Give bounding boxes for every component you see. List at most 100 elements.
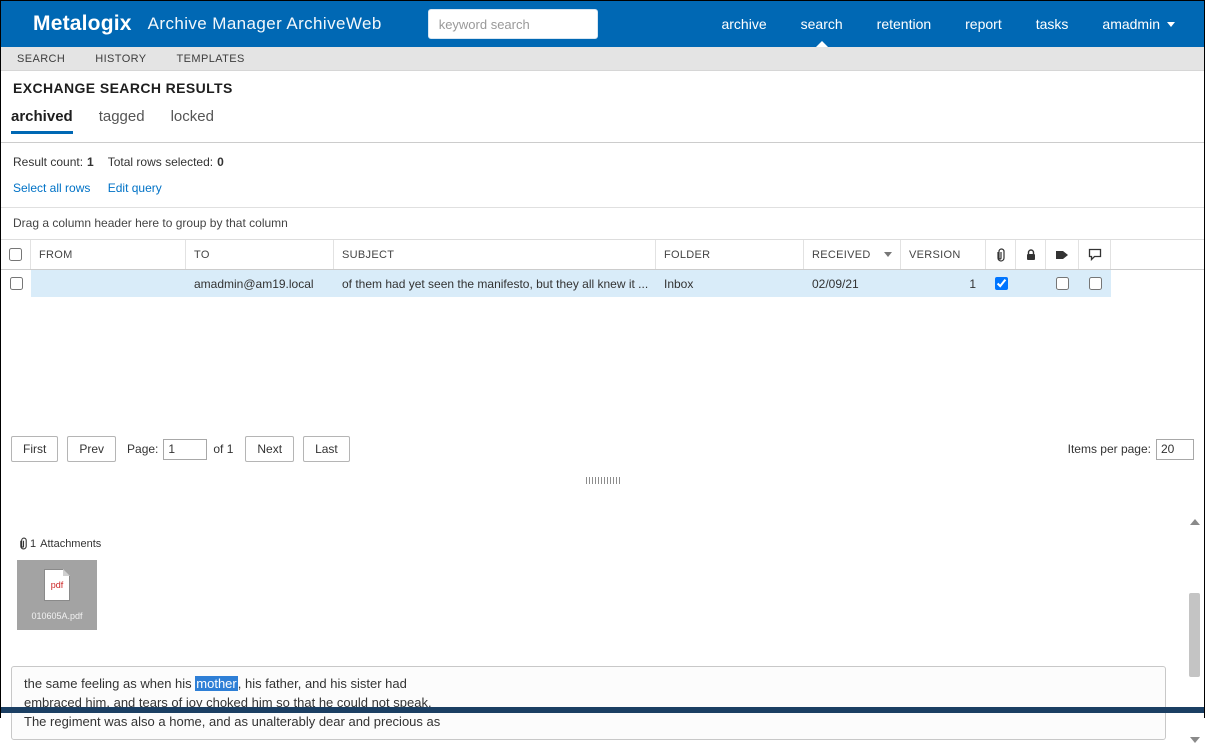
grid-empty-area xyxy=(1,297,1204,428)
row-comment-cell xyxy=(1079,270,1111,297)
chevron-down-icon xyxy=(1167,21,1175,27)
column-header-folder[interactable]: FOLDER xyxy=(656,240,804,269)
row-subject-cell[interactable]: of them had yet seen the manifesto, but … xyxy=(334,270,656,297)
scroll-up-icon[interactable] xyxy=(1190,519,1200,525)
rows-selected-label: Total rows selected: xyxy=(107,155,214,169)
column-header-version[interactable]: VERSION xyxy=(901,240,986,269)
page-label: Page: xyxy=(127,442,159,456)
column-header-locked[interactable] xyxy=(1016,240,1046,269)
attachments-header: 1 Attachments xyxy=(1,495,1204,550)
select-all-rows-link[interactable]: Select all rows xyxy=(13,181,90,195)
row-tagged-cell xyxy=(1046,270,1079,297)
result-count-value: 1 xyxy=(87,155,94,169)
result-tabs: archived tagged locked xyxy=(11,108,1204,134)
page-of-label: of 1 xyxy=(213,442,234,456)
nav-report[interactable]: report xyxy=(948,1,1019,47)
pagination-bar: First Prev Page: of 1 Next Last Items pe… xyxy=(1,428,1204,472)
tab-locked[interactable]: locked xyxy=(171,108,214,134)
group-by-hint[interactable]: Drag a column header here to group by th… xyxy=(1,208,1204,240)
column-header-filler xyxy=(1111,240,1204,269)
keyword-search xyxy=(427,9,598,39)
sort-caret-icon[interactable] xyxy=(884,252,892,257)
column-header-tagged[interactable] xyxy=(1046,240,1079,269)
row-filler-cell xyxy=(1111,270,1204,297)
page-number-input[interactable] xyxy=(163,438,208,460)
row-tagged-checkbox[interactable] xyxy=(1056,277,1069,290)
body-line-1: the same feeling as when his mother, his… xyxy=(24,674,1153,693)
select-all-checkbox[interactable] xyxy=(9,248,22,261)
attachment-thumbnail[interactable]: pdf 010605A.pdf xyxy=(17,560,97,630)
row-comment-checkbox[interactable] xyxy=(1088,277,1102,290)
action-links: Select all rows Edit query xyxy=(1,169,1204,208)
nav-archive[interactable]: archive xyxy=(704,1,783,47)
rows-selected-value: 0 xyxy=(217,155,224,169)
row-locked-cell xyxy=(1016,270,1046,297)
items-per-page-label: Items per page: xyxy=(1067,442,1151,456)
metalogix-logo: Metalogix xyxy=(33,12,132,35)
nav-tasks[interactable]: tasks xyxy=(1019,1,1086,47)
row-received-cell: 02/09/21 xyxy=(804,270,901,297)
search-hit-highlight: mother xyxy=(195,676,238,691)
scrollbar-thumb[interactable] xyxy=(1189,593,1200,677)
row-from-cell xyxy=(31,270,186,297)
pdf-badge-label: pdf xyxy=(50,580,64,590)
keyword-search-input[interactable] xyxy=(427,9,598,39)
row-version-cell: 1 xyxy=(901,270,986,297)
paperclip-icon xyxy=(996,247,1005,262)
subnav-search[interactable]: SEARCH xyxy=(17,53,65,65)
tab-archived[interactable]: archived xyxy=(11,108,73,134)
scroll-down-icon[interactable] xyxy=(1190,737,1200,743)
row-select-checkbox[interactable] xyxy=(9,277,23,290)
next-page-button[interactable]: Next xyxy=(245,436,295,462)
column-header-attachment[interactable] xyxy=(986,240,1016,269)
row-folder-cell: Inbox xyxy=(656,270,804,297)
paperclip-icon xyxy=(20,537,27,550)
pdf-file-icon: pdf xyxy=(44,569,70,601)
result-info: Result count: 1 Total rows selected: 0 xyxy=(1,143,1204,169)
nav-retention[interactable]: retention xyxy=(860,1,948,47)
subnav-templates[interactable]: TEMPLATES xyxy=(177,53,245,65)
lock-icon xyxy=(1026,249,1035,260)
column-header-from[interactable]: FROM xyxy=(31,240,186,269)
comment-icon xyxy=(1088,248,1101,261)
row-attachment-checkbox[interactable] xyxy=(994,277,1008,290)
nav-search[interactable]: search xyxy=(784,1,860,47)
grid-header: FROM TO SUBJECT FOLDER RECEIVED VERSION xyxy=(1,240,1204,270)
splitter-grip-icon[interactable] xyxy=(585,477,620,484)
table-row[interactable]: amadmin@am19.local of them had yet seen … xyxy=(1,270,1204,297)
message-body-preview: the same feeling as when his mother, his… xyxy=(11,666,1166,740)
attachments-count: 1 xyxy=(30,537,37,550)
app-header: Metalogix Archive Manager ArchiveWeb arc… xyxy=(1,1,1204,47)
main-nav: archive search retention report tasks am… xyxy=(704,1,1204,47)
items-per-page-input[interactable] xyxy=(1156,438,1194,460)
user-menu-label: amadmin xyxy=(1102,16,1160,32)
footer-accent-bar xyxy=(1,707,1204,713)
column-header-subject[interactable]: SUBJECT xyxy=(334,240,656,269)
panel-splitter[interactable] xyxy=(1,477,1204,495)
app-title: Archive Manager ArchiveWeb xyxy=(147,14,382,33)
column-header-to[interactable]: TO xyxy=(186,240,334,269)
column-header-comment[interactable] xyxy=(1079,240,1111,269)
tag-icon xyxy=(1056,250,1068,259)
items-per-page: Items per page: xyxy=(1067,438,1194,460)
prev-page-button[interactable]: Prev xyxy=(67,436,117,462)
page-title: EXCHANGE SEARCH RESULTS xyxy=(13,80,233,96)
row-checkbox-cell xyxy=(1,270,31,297)
edit-query-link[interactable]: Edit query xyxy=(108,181,162,195)
row-to-cell: amadmin@am19.local xyxy=(186,270,334,297)
body-text: , his father, and his sister had xyxy=(237,676,407,691)
column-header-received[interactable]: RECEIVED xyxy=(804,240,901,269)
column-header-received-label: RECEIVED xyxy=(812,248,871,261)
preview-panel: 1 Attachments pdf 010605A.pdf the same f… xyxy=(1,495,1204,743)
first-page-button[interactable]: First xyxy=(11,436,59,462)
last-page-button[interactable]: Last xyxy=(303,436,350,462)
nav-user-menu[interactable]: amadmin xyxy=(1085,1,1192,47)
subnav-history[interactable]: HISTORY xyxy=(95,53,146,65)
select-all-checkbox-cell xyxy=(1,240,31,269)
body-line-3: The regiment was also a home, and as una… xyxy=(24,714,441,729)
attachment-filename: 010605A.pdf xyxy=(31,611,83,621)
attachments-label: Attachments xyxy=(40,537,102,550)
row-attachment-cell xyxy=(986,270,1016,297)
tab-tagged[interactable]: tagged xyxy=(99,108,145,134)
result-count-label: Result count: xyxy=(13,155,84,169)
